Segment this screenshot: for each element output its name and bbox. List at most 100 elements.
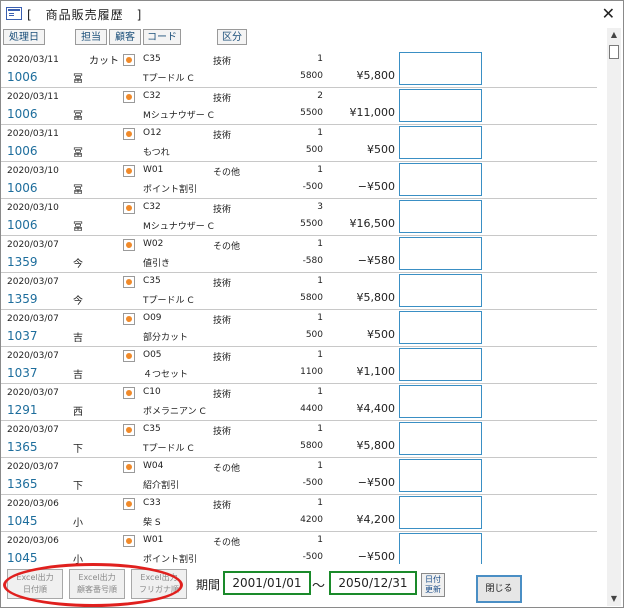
table-row[interactable]: 2020/03/07 1037 吉 O05 技術 1 ４つセット 1100 ¥1,100: [1, 347, 605, 384]
cut-option-checkbox[interactable]: [123, 461, 135, 473]
cut-option-checkbox[interactable]: [123, 350, 135, 362]
cut-option-checkbox[interactable]: [123, 54, 135, 66]
product-name: 値引き: [143, 259, 171, 269]
sort-category-button[interactable]: 区分: [217, 29, 247, 45]
product-code: W01: [143, 165, 164, 175]
cut-option-checkbox[interactable]: [123, 91, 135, 103]
table-row[interactable]: 2020/03/11 1006 冨 C32 技術 2 Mシュナウザー C 5500 ¥11,00…: [1, 88, 605, 125]
table-row[interactable]: 2020/03/06 1045 小 C33 技術 1 柴 S 4200 ¥4,200: [1, 495, 605, 532]
unit-price: 5800: [300, 71, 323, 81]
product-name: Tプードル C: [143, 74, 194, 84]
masked-name-area: [85, 347, 117, 384]
memo-field[interactable]: [399, 52, 482, 85]
memo-field[interactable]: [399, 274, 482, 307]
memo-field[interactable]: [399, 422, 482, 455]
masked-name-area: [85, 125, 117, 162]
customer-number: 1006: [7, 70, 38, 84]
scroll-up-icon[interactable]: ▲: [607, 28, 621, 42]
line-amount: −¥500: [357, 550, 395, 563]
sort-staff-button[interactable]: 担当: [75, 29, 107, 45]
record-date: 2020/03/07: [7, 351, 59, 361]
record-date: 2020/03/07: [7, 314, 59, 324]
table-row[interactable]: 2020/03/07 1291 西 C10 技術 1 ポメラニアン C 4400 ¥4,400: [1, 384, 605, 421]
cut-option-checkbox[interactable]: [123, 128, 135, 140]
product-name: もつれ: [143, 148, 170, 158]
cut-option-checkbox[interactable]: [123, 165, 135, 177]
memo-field[interactable]: [399, 496, 482, 529]
memo-field[interactable]: [399, 348, 482, 381]
line-amount: ¥11,000: [349, 106, 396, 119]
window-title: [ 商品販売履歴 ]: [27, 8, 143, 22]
product-category: その他: [213, 242, 241, 252]
memo-field[interactable]: [399, 200, 482, 233]
quantity: 1: [317, 239, 323, 249]
product-name: ４つセット: [143, 370, 189, 380]
record-date: 2020/03/07: [7, 462, 59, 472]
table-row[interactable]: 2020/03/10 1006 冨 C32 技術 3 Mシュナウザー C 5500 ¥16,50…: [1, 199, 605, 236]
date-to-field[interactable]: 2050/12/31: [329, 571, 417, 595]
product-name: 部分カット: [143, 333, 189, 343]
quantity: 1: [317, 387, 323, 397]
line-amount: ¥500: [367, 328, 395, 341]
product-category: 技術: [213, 57, 232, 67]
sort-date-button[interactable]: 処理日: [3, 29, 45, 45]
cut-option-checkbox[interactable]: [123, 239, 135, 251]
masked-name-area: [85, 199, 117, 236]
product-code: W04: [143, 461, 164, 471]
memo-field[interactable]: [399, 533, 482, 564]
table-row[interactable]: 2020/03/07 1359 今 C35 技術 1 Tプードル C 5800 ¥5,800: [1, 273, 605, 310]
customer-number: 1291: [7, 403, 38, 417]
line-amount: ¥4,200: [356, 513, 396, 526]
cut-option-checkbox[interactable]: [123, 535, 135, 547]
masked-name-area: [85, 458, 117, 495]
product-code: O05: [143, 350, 162, 360]
close-button[interactable]: 閉じる: [476, 575, 522, 603]
memo-field[interactable]: [399, 385, 482, 418]
scroll-thumb[interactable]: [609, 45, 619, 59]
cut-option-checkbox[interactable]: [123, 387, 135, 399]
product-name: ポイント割引: [143, 185, 198, 195]
cut-option-checkbox[interactable]: [123, 202, 135, 214]
product-code: C32: [143, 91, 161, 101]
masked-name-area: [85, 236, 117, 273]
table-row[interactable]: 2020/03/11 1006 冨 O12 技術 1 もつれ 500 ¥500: [1, 125, 605, 162]
product-category: 技術: [213, 501, 232, 511]
table-row[interactable]: 2020/03/06 1045 小 W01 その他 1 ポイント割引 -500 −¥500: [1, 532, 605, 564]
vertical-scrollbar[interactable]: ▲ ▼: [607, 28, 621, 606]
memo-field[interactable]: [399, 459, 482, 492]
close-window-icon[interactable]: ✕: [602, 4, 615, 23]
memo-field[interactable]: [399, 163, 482, 196]
cut-option-checkbox[interactable]: [123, 498, 135, 510]
line-amount: ¥500: [367, 143, 395, 156]
table-row[interactable]: 2020/03/07 1359 今 W02 その他 1 値引き -580 −¥580: [1, 236, 605, 273]
table-row[interactable]: 2020/03/10 1006 冨 W01 その他 1 ポイント割引 -500 −¥500: [1, 162, 605, 199]
scroll-down-icon[interactable]: ▼: [607, 592, 621, 606]
unit-price: 5500: [300, 108, 323, 118]
unit-price: 4200: [300, 515, 323, 525]
line-amount: −¥500: [357, 476, 395, 489]
unit-price: -500: [302, 552, 323, 562]
record-date: 2020/03/07: [7, 388, 59, 398]
table-row[interactable]: 2020/03/07 1365 下 C35 技術 1 Tプードル C 5800 ¥5,800: [1, 421, 605, 458]
sort-code-button[interactable]: コード: [143, 29, 181, 45]
memo-field[interactable]: [399, 237, 482, 270]
memo-field[interactable]: [399, 89, 482, 122]
update-date-button[interactable]: 日付 更新: [421, 573, 445, 597]
product-code: C35: [143, 54, 161, 64]
line-amount: ¥1,100: [356, 365, 396, 378]
customer-number: 1006: [7, 181, 38, 195]
table-row[interactable]: 2020/03/07 1365 下 W04 その他 1 紹介割引 -500 −¥500: [1, 458, 605, 495]
cut-option-checkbox[interactable]: [123, 276, 135, 288]
cut-option-checkbox[interactable]: [123, 313, 135, 325]
date-from-field[interactable]: 2001/01/01: [223, 571, 311, 595]
table-row[interactable]: 2020/03/07 1037 吉 O09 技術 1 部分カット 500 ¥500: [1, 310, 605, 347]
product-category: 技術: [213, 131, 232, 141]
masked-name-area: [85, 532, 117, 564]
memo-field[interactable]: [399, 126, 482, 159]
record-date: 2020/03/10: [7, 203, 59, 213]
product-code: O12: [143, 128, 162, 138]
product-category: その他: [213, 168, 241, 178]
sort-customer-button[interactable]: 顧客: [109, 29, 141, 45]
memo-field[interactable]: [399, 311, 482, 344]
cut-option-checkbox[interactable]: [123, 424, 135, 436]
